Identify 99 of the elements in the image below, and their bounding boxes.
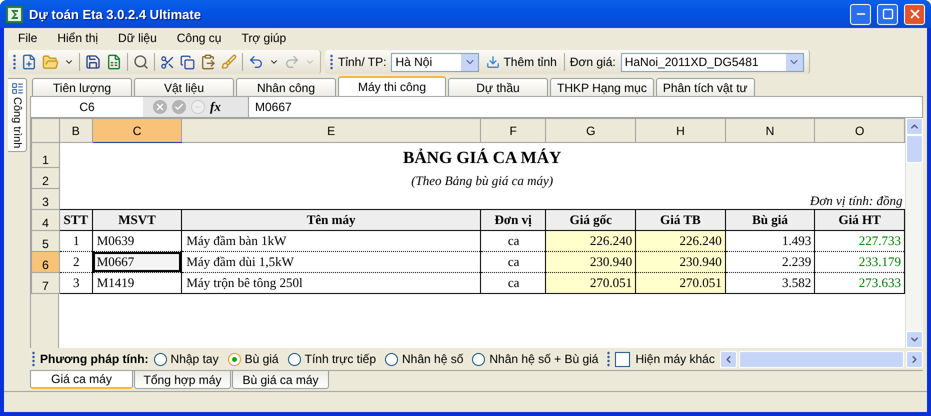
menu-item[interactable]: File xyxy=(10,31,50,45)
tab[interactable]: Vật liệu xyxy=(134,78,234,96)
sheet-tab[interactable]: Tổng hợp máy xyxy=(134,371,231,389)
table-header: MSVT xyxy=(92,210,182,230)
table-cell: 1.493 xyxy=(725,230,815,252)
row-header[interactable]: 5 xyxy=(32,230,60,252)
table-cell[interactable]: M0667 xyxy=(92,252,182,272)
row-header[interactable]: 7 xyxy=(32,272,60,294)
table-cell: ca xyxy=(480,272,546,294)
menu-item[interactable]: Dữ liệu xyxy=(110,31,169,45)
maximize-button[interactable] xyxy=(877,4,898,24)
list-icon xyxy=(10,82,24,95)
side-tab[interactable]: Công trình xyxy=(8,78,27,152)
row-header[interactable]: 4 xyxy=(32,210,60,230)
undo-icon[interactable] xyxy=(248,54,264,70)
tab[interactable]: Tiên lượng xyxy=(32,78,132,96)
table-header: STT xyxy=(59,210,92,230)
method-radio[interactable]: Tính trực tiếp xyxy=(288,352,380,366)
table-cell: 1 xyxy=(59,230,92,252)
province-label: Tỉnh/ TP: xyxy=(338,55,386,69)
column-header[interactable]: O xyxy=(814,118,904,142)
table-header: Giá TB xyxy=(636,210,726,230)
table-cell: 227.733 xyxy=(814,230,904,252)
table-cell: 2 xyxy=(59,252,92,272)
tab[interactable]: THKP Hạng mục xyxy=(550,78,654,96)
table-cell: 226.240 xyxy=(636,230,726,252)
row-header[interactable]: 2 xyxy=(32,168,60,188)
province-select[interactable]: Hà Nội xyxy=(391,52,480,72)
save-icon[interactable] xyxy=(85,54,101,70)
print-preview-icon[interactable] xyxy=(133,54,149,70)
table-cell: Máy đầm bàn 1kW xyxy=(182,230,480,252)
close-icon xyxy=(908,7,922,21)
sheet-tab[interactable]: Giá ca máy xyxy=(30,371,133,389)
table-cell: 270.051 xyxy=(636,272,726,294)
table-cell: 2.239 xyxy=(725,252,815,272)
table-header: Bù giá xyxy=(725,210,815,230)
brush-icon[interactable] xyxy=(221,54,237,70)
table-header: Giá HT xyxy=(814,210,904,230)
price-list-label: Đơn giá: xyxy=(570,55,616,69)
table-header: Tên máy xyxy=(182,210,480,230)
menu-item[interactable]: Trợ giúp xyxy=(233,31,298,45)
table-cell: 226.240 xyxy=(546,230,636,252)
app-icon xyxy=(6,6,23,22)
table-cell: Máy trộn bê tông 250l xyxy=(182,272,480,294)
row-header[interactable]: 6 xyxy=(32,252,60,272)
new-file-icon[interactable] xyxy=(21,54,37,70)
table-cell[interactable]: M1419 xyxy=(92,272,182,294)
table-cell: 230.940 xyxy=(636,252,726,272)
tab[interactable]: Phân tích vật tư xyxy=(656,78,755,96)
unit-note: Đơn vị tính: đồng xyxy=(810,193,902,208)
method-radio[interactable]: Nhập tay xyxy=(154,352,223,366)
table-cell: 3 xyxy=(59,272,92,294)
table-cell[interactable]: M0639 xyxy=(92,230,182,252)
tab[interactable]: Dự thầu xyxy=(448,78,548,96)
table-cell: ca xyxy=(480,252,546,272)
method-radio[interactable]: Nhân hệ số + Bù giá xyxy=(472,352,602,366)
column-header[interactable]: N xyxy=(725,118,815,142)
row-header[interactable]: 1 xyxy=(32,142,60,168)
copy-icon[interactable] xyxy=(180,54,195,70)
menu-item[interactable]: Công cụ xyxy=(168,31,234,45)
table-cell: 233.179 xyxy=(814,252,904,272)
close-button[interactable] xyxy=(904,4,925,24)
table-header: Đơn vị xyxy=(480,210,546,230)
scroll-thumb[interactable] xyxy=(738,350,904,368)
minimize-button[interactable] xyxy=(850,4,871,24)
table-cell: 270.051 xyxy=(546,272,636,294)
open-folder-icon[interactable] xyxy=(42,54,59,70)
column-header[interactable]: E xyxy=(182,118,480,142)
add-province-button[interactable]: Thêm tỉnh xyxy=(484,55,559,69)
cut-icon[interactable] xyxy=(160,54,175,70)
table-cell: 273.633 xyxy=(814,272,904,294)
column-header[interactable]: F xyxy=(480,118,546,142)
table-cell: ca xyxy=(480,230,546,252)
column-header[interactable]: H xyxy=(636,118,726,142)
maximize-icon xyxy=(882,8,894,20)
table-header: Giá gốc xyxy=(546,210,636,230)
table-cell: 230.940 xyxy=(546,252,636,272)
method-radio[interactable]: Bù giá xyxy=(228,352,283,366)
tab[interactable]: Máy thi công xyxy=(338,76,446,96)
sheet-title: BẢNG GIÁ CA MÁY xyxy=(403,148,562,166)
paste-icon[interactable] xyxy=(200,54,216,70)
download-icon xyxy=(486,55,500,69)
sheet-subtitle: (Theo Bảng bù giá ca máy) xyxy=(411,172,554,188)
method-label: Phương pháp tính: xyxy=(40,352,149,366)
column-header[interactable]: G xyxy=(546,118,636,142)
window-title: Dự toán Eta 3.0.2.4 Ultimate xyxy=(29,6,202,22)
sheet-tab[interactable]: Bù giá ca máy xyxy=(232,371,329,389)
tab[interactable]: Nhân công xyxy=(236,78,336,96)
menu-item[interactable]: Hiển thị xyxy=(49,31,110,45)
show-other-checkbox[interactable]: Hiện máy khác xyxy=(615,352,715,366)
row-header[interactable]: 3 xyxy=(32,188,60,210)
price-list-select[interactable]: HaNoi_2011XD_DG5481 xyxy=(620,52,804,72)
table-cell: Máy đầm dùi 1,5kW xyxy=(182,252,480,272)
column-header[interactable]: B xyxy=(59,118,92,142)
scroll-thumb[interactable] xyxy=(906,135,923,163)
spreadsheet-icon[interactable] xyxy=(106,54,122,70)
method-radio[interactable]: Nhân hệ số xyxy=(385,352,468,366)
column-header[interactable]: C xyxy=(92,118,182,142)
table-cell: 3.582 xyxy=(725,272,815,294)
